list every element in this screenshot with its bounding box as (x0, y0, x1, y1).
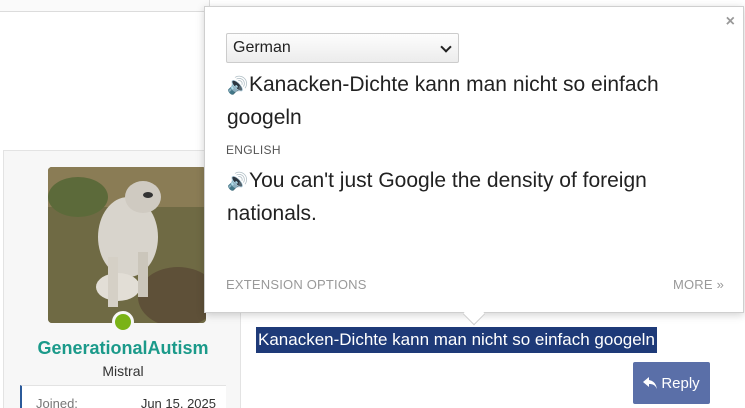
avatar[interactable] (48, 167, 206, 323)
translated-text-block: 🔊You can't just Google the density of fo… (227, 165, 717, 230)
previous-post-user-panel (0, 0, 210, 12)
target-language-label: ENGLISH (226, 143, 281, 157)
joined-value: Jun 15, 2025 (140, 396, 216, 408)
chevron-down-icon (440, 41, 452, 53)
reply-label: Reply (661, 374, 700, 392)
source-text: Kanacken-Dichte kann man nicht so einfac… (227, 73, 659, 129)
avatar-wolf-image (48, 167, 206, 323)
user-stats: Joined: Jun 15, 2025 (20, 385, 226, 408)
extension-options-link[interactable]: EXTENSION OPTIONS (226, 277, 367, 292)
more-link[interactable]: MORE » (673, 277, 724, 292)
username[interactable]: GenerationalAutism (4, 338, 242, 359)
speaker-icon[interactable]: 🔊 (227, 70, 249, 102)
translation-popup: × German 🔊Kanacken-Dichte kann man nicht… (204, 6, 744, 313)
close-icon[interactable]: × (726, 13, 735, 31)
source-language-select[interactable]: German (226, 33, 459, 63)
online-status-indicator (112, 311, 134, 333)
selected-post-text[interactable]: Kanacken-Dichte kann man nicht so einfac… (256, 327, 657, 353)
user-title: Mistral (102, 363, 144, 379)
reply-arrow-icon (643, 377, 658, 389)
joined-label: Joined: (36, 396, 78, 408)
translated-text: You can't just Google the density of for… (227, 169, 647, 225)
source-text-block: 🔊Kanacken-Dichte kann man nicht so einfa… (227, 69, 717, 134)
speaker-icon[interactable]: 🔊 (227, 166, 249, 198)
source-language-value: German (233, 39, 291, 56)
reply-button[interactable]: Reply (633, 362, 710, 404)
